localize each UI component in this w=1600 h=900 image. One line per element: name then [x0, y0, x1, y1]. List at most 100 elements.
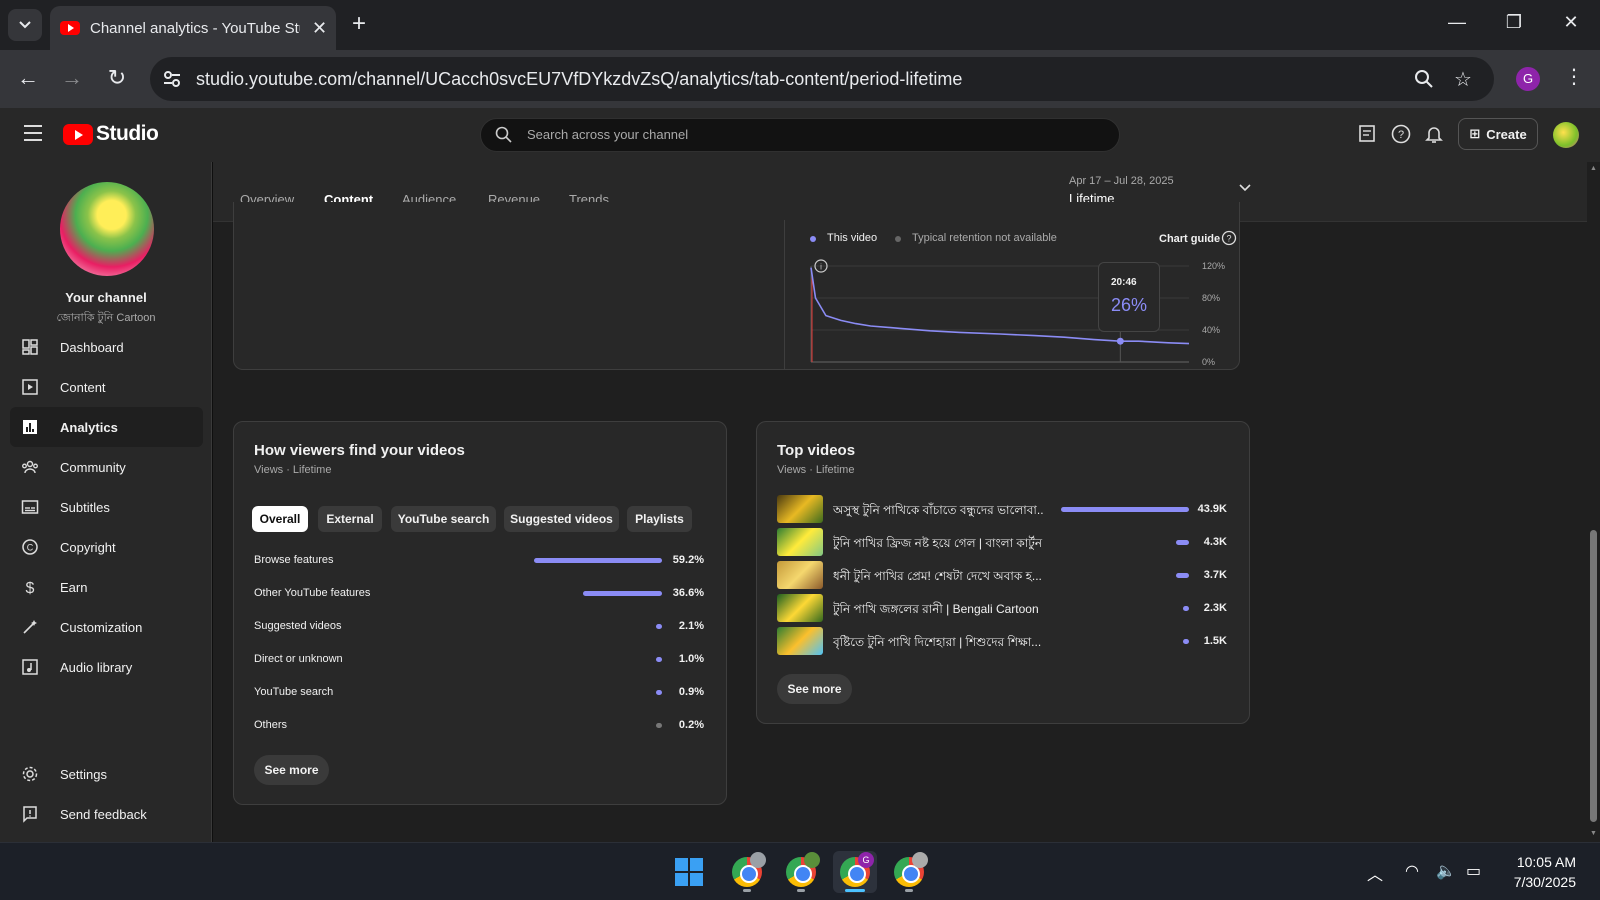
taskbar-chrome-1[interactable]	[725, 851, 769, 893]
help-icon[interactable]: ?	[1221, 230, 1237, 246]
video-views-bar	[1061, 507, 1189, 512]
video-views-bar	[1176, 573, 1189, 578]
browser-menu-icon[interactable]: ⋮	[1564, 64, 1584, 89]
site-settings-icon[interactable]	[162, 69, 182, 89]
battery-icon[interactable]: ▭	[1466, 861, 1481, 881]
taskbar-chrome-2[interactable]	[779, 851, 823, 893]
channel-avatar[interactable]	[60, 182, 154, 276]
sidebar-item-community[interactable]: Community	[10, 447, 203, 487]
back-button[interactable]: ←	[14, 65, 42, 91]
taskbar-clock[interactable]: 10:05 AM 7/30/2025	[1514, 852, 1576, 892]
video-thumbnail[interactable]	[777, 528, 823, 556]
traffic-source-row[interactable]: Direct or unknown 1.0%	[254, 650, 704, 670]
sidebar-item-earn[interactable]: $ Earn	[10, 567, 203, 607]
period-range[interactable]: Apr 17 – Jul 28, 2025	[1069, 175, 1174, 187]
traffic-source-row[interactable]: Other YouTube features 36.6%	[254, 584, 704, 604]
top-video-row[interactable]: অসুস্থ টুনি পাখিকে বাঁচাতে বন্ধুদের ভালো…	[777, 495, 1227, 525]
taskbar-chrome-3-active[interactable]: G	[833, 851, 877, 893]
restore-button[interactable]: ❐	[1499, 12, 1529, 33]
reload-button[interactable]: ↻	[103, 65, 131, 91]
forward-button[interactable]: →	[58, 65, 86, 91]
video-views-value: 43.9K	[1197, 503, 1227, 515]
video-title[interactable]: টুনি পাখির ফ্রিজ নষ্ট হয়ে গেল | বাংলা ক…	[833, 535, 1043, 555]
sidebar-item-audio-library[interactable]: Audio library	[10, 647, 203, 687]
wifi-icon[interactable]: ◠	[1405, 861, 1419, 881]
traffic-source-row[interactable]: Browse features 59.2%	[254, 551, 704, 571]
traffic-source-row[interactable]: YouTube search 0.9%	[254, 683, 704, 703]
sidebar-item-customization[interactable]: Customization	[10, 607, 203, 647]
comments-icon[interactable]	[1357, 123, 1379, 145]
search-input[interactable]: Search across your channel	[527, 127, 688, 142]
sidebar-item-settings[interactable]: Settings	[10, 754, 203, 794]
search-bar[interactable]: Search across your channel	[480, 118, 1120, 152]
scroll-down-icon[interactable]: ▼	[1590, 830, 1597, 837]
browser-tab-active[interactable]: Channel analytics - YouTube Studio ✕	[50, 6, 336, 50]
chip-playlists[interactable]: Playlists	[627, 506, 692, 532]
volume-icon[interactable]: 🔈	[1436, 861, 1456, 881]
taskbar-chrome-4[interactable]	[887, 851, 931, 893]
video-title[interactable]: ধনী টুনি পাখির প্রেম! শেষটা দেখে অবাক হ.…	[833, 568, 1043, 588]
help-icon[interactable]: ?	[1390, 123, 1412, 145]
traffic-source-bar	[656, 657, 662, 662]
profile-badge-icon	[750, 852, 766, 868]
chip-overall[interactable]: Overall	[252, 506, 308, 532]
traffic-see-more-button[interactable]: See more	[254, 755, 329, 785]
gear-icon	[21, 765, 39, 783]
address-bar[interactable]: studio.youtube.com/channel/UCacch0svcEU7…	[150, 57, 1494, 101]
traffic-source-row[interactable]: Others 0.2%	[254, 716, 704, 736]
chip-external[interactable]: External	[318, 506, 382, 532]
sidebar-item-analytics[interactable]: Analytics	[10, 407, 203, 447]
sidebar-item-content[interactable]: Content	[10, 367, 203, 407]
minimize-button[interactable]: —	[1442, 12, 1472, 33]
y-tick-label: 0%	[1202, 357, 1215, 367]
video-title[interactable]: অসুস্থ টুনি পাখিকে বাঁচাতে বন্ধুদের ভালো…	[833, 502, 1043, 522]
zoom-icon[interactable]	[1414, 69, 1434, 89]
retention-chart: 120%80%40%0%0:0012:4225:23i	[810, 259, 1225, 367]
url-text[interactable]: studio.youtube.com/channel/UCacch0svcEU7…	[196, 69, 962, 90]
profile-badge-icon	[912, 852, 928, 868]
sidebar-item-send-feedback[interactable]: Send feedback	[10, 794, 203, 834]
new-tab-button[interactable]: +	[352, 10, 366, 38]
video-thumbnail[interactable]	[777, 495, 823, 523]
top-video-row[interactable]: বৃষ্টিতে টুনি পাখি দিশেহারা | শিশুদের শি…	[777, 627, 1227, 657]
traffic-source-row[interactable]: Suggested videos 2.1%	[254, 617, 704, 637]
top-videos-see-more-button[interactable]: See more	[777, 674, 852, 704]
scrollbar-thumb[interactable]	[1590, 530, 1597, 822]
menu-icon[interactable]	[24, 125, 42, 146]
studio-logo[interactable]: Studio	[63, 122, 159, 146]
page-scrollbar[interactable]: ▲ ▼	[1587, 162, 1600, 842]
chevron-down-icon[interactable]	[1239, 184, 1251, 192]
sidebar-item-label: Dashboard	[60, 339, 124, 355]
video-thumbnail[interactable]	[777, 594, 823, 622]
video-thumbnail[interactable]	[777, 561, 823, 589]
sidebar-item-dashboard[interactable]: Dashboard	[10, 327, 203, 367]
close-window-button[interactable]: ✕	[1556, 12, 1586, 33]
chart-guide-link[interactable]: Chart guide	[1159, 233, 1220, 245]
close-tab-icon[interactable]: ✕	[312, 18, 327, 39]
tray-overflow-icon[interactable]: ︿	[1367, 861, 1383, 885]
clock-date: 7/30/2025	[1513, 874, 1576, 890]
chip-youtube-search[interactable]: YouTube search	[391, 506, 496, 532]
search-icon	[495, 126, 512, 143]
traffic-source-bar	[656, 690, 662, 695]
traffic-source-value: 0.9%	[678, 686, 704, 698]
chip-suggested-videos[interactable]: Suggested videos	[504, 506, 619, 532]
scroll-up-icon[interactable]: ▲	[1590, 165, 1597, 172]
analytics-icon	[21, 418, 39, 436]
top-video-row[interactable]: ধনী টুনি পাখির প্রেম! শেষটা দেখে অবাক হ.…	[777, 561, 1227, 591]
notifications-bell-icon[interactable]	[1423, 123, 1445, 145]
video-views-value: 3.7K	[1203, 569, 1227, 581]
sidebar-item-copyright[interactable]: C Copyright	[10, 527, 203, 567]
top-video-row[interactable]: টুনি পাখি জঙ্গলের রানী | Bengali Cartoon…	[777, 594, 1227, 624]
profile-avatar[interactable]: G	[1516, 67, 1540, 91]
top-video-row[interactable]: টুনি পাখির ফ্রিজ নষ্ট হয়ে গেল | বাংলা ক…	[777, 528, 1227, 558]
create-button[interactable]: ⊞ Create	[1458, 118, 1538, 150]
sidebar-item-subtitles[interactable]: Subtitles	[10, 487, 203, 527]
video-thumbnail[interactable]	[777, 627, 823, 655]
account-avatar[interactable]	[1553, 122, 1579, 148]
video-title[interactable]: টুনি পাখি জঙ্গলের রানী | Bengali Cartoon…	[833, 601, 1043, 621]
tab-search-button[interactable]	[8, 9, 42, 41]
video-title[interactable]: বৃষ্টিতে টুনি পাখি দিশেহারা | শিশুদের শি…	[833, 634, 1043, 654]
bookmark-star-icon[interactable]: ☆	[1454, 67, 1472, 92]
windows-start-icon[interactable]	[674, 857, 704, 887]
